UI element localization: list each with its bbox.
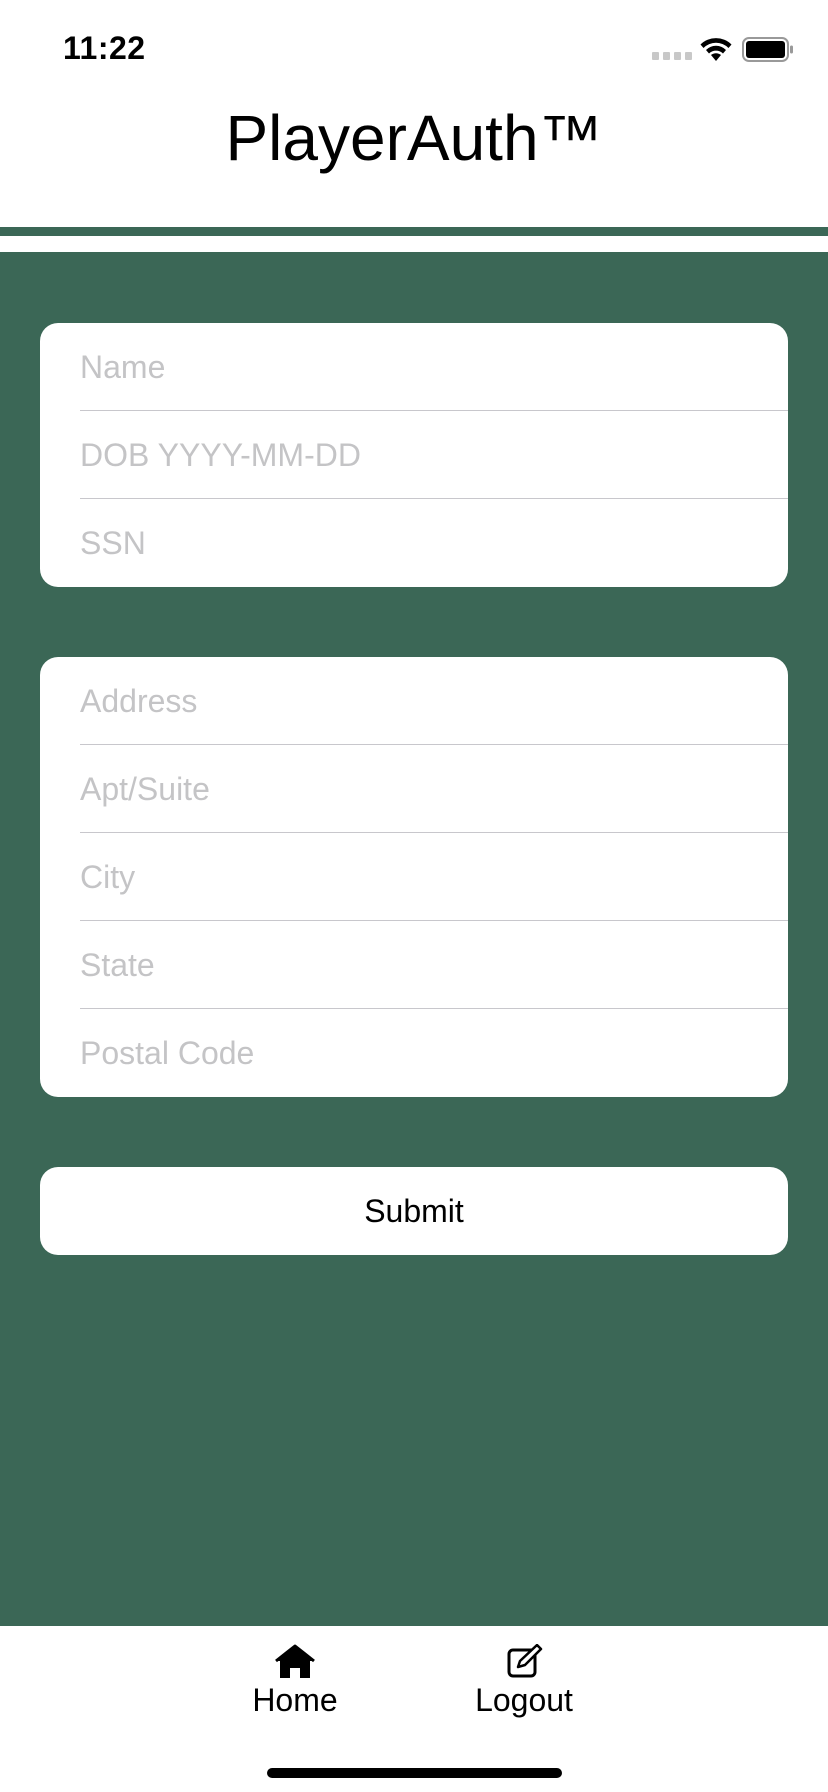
signal-icon xyxy=(652,52,692,60)
apt-field xyxy=(40,745,788,833)
tab-logout-label: Logout xyxy=(475,1682,573,1718)
state-field xyxy=(40,921,788,1009)
header-divider xyxy=(0,227,828,236)
app-title: PlayerAuth™ xyxy=(225,102,603,174)
battery-icon xyxy=(742,37,793,62)
city-input[interactable] xyxy=(80,833,760,921)
address-input[interactable] xyxy=(80,657,760,745)
dob-field xyxy=(40,411,788,499)
tab-home-label: Home xyxy=(252,1682,338,1718)
home-indicator xyxy=(267,1768,562,1778)
compose-icon xyxy=(507,1644,543,1678)
status-bar: 11:22 xyxy=(0,0,828,95)
tab-logout[interactable]: Logout xyxy=(459,1644,589,1734)
submit-button[interactable]: Submit xyxy=(40,1167,788,1255)
name-field xyxy=(40,323,788,411)
state-input[interactable] xyxy=(80,921,760,1009)
personal-info-card xyxy=(40,323,788,587)
postal-code-input[interactable] xyxy=(80,1009,760,1097)
name-input[interactable] xyxy=(80,323,760,411)
ssn-field xyxy=(40,499,788,587)
apt-suite-input[interactable] xyxy=(80,745,760,833)
address-field xyxy=(40,657,788,745)
tab-home[interactable]: Home xyxy=(230,1644,360,1734)
wifi-icon xyxy=(700,38,732,61)
house-icon xyxy=(275,1644,315,1678)
address-card xyxy=(40,657,788,1097)
city-field xyxy=(40,833,788,921)
postal-code-field xyxy=(40,1009,788,1097)
dob-input[interactable] xyxy=(80,411,760,499)
status-time: 11:22 xyxy=(63,30,146,66)
ssn-input[interactable] xyxy=(80,499,760,587)
